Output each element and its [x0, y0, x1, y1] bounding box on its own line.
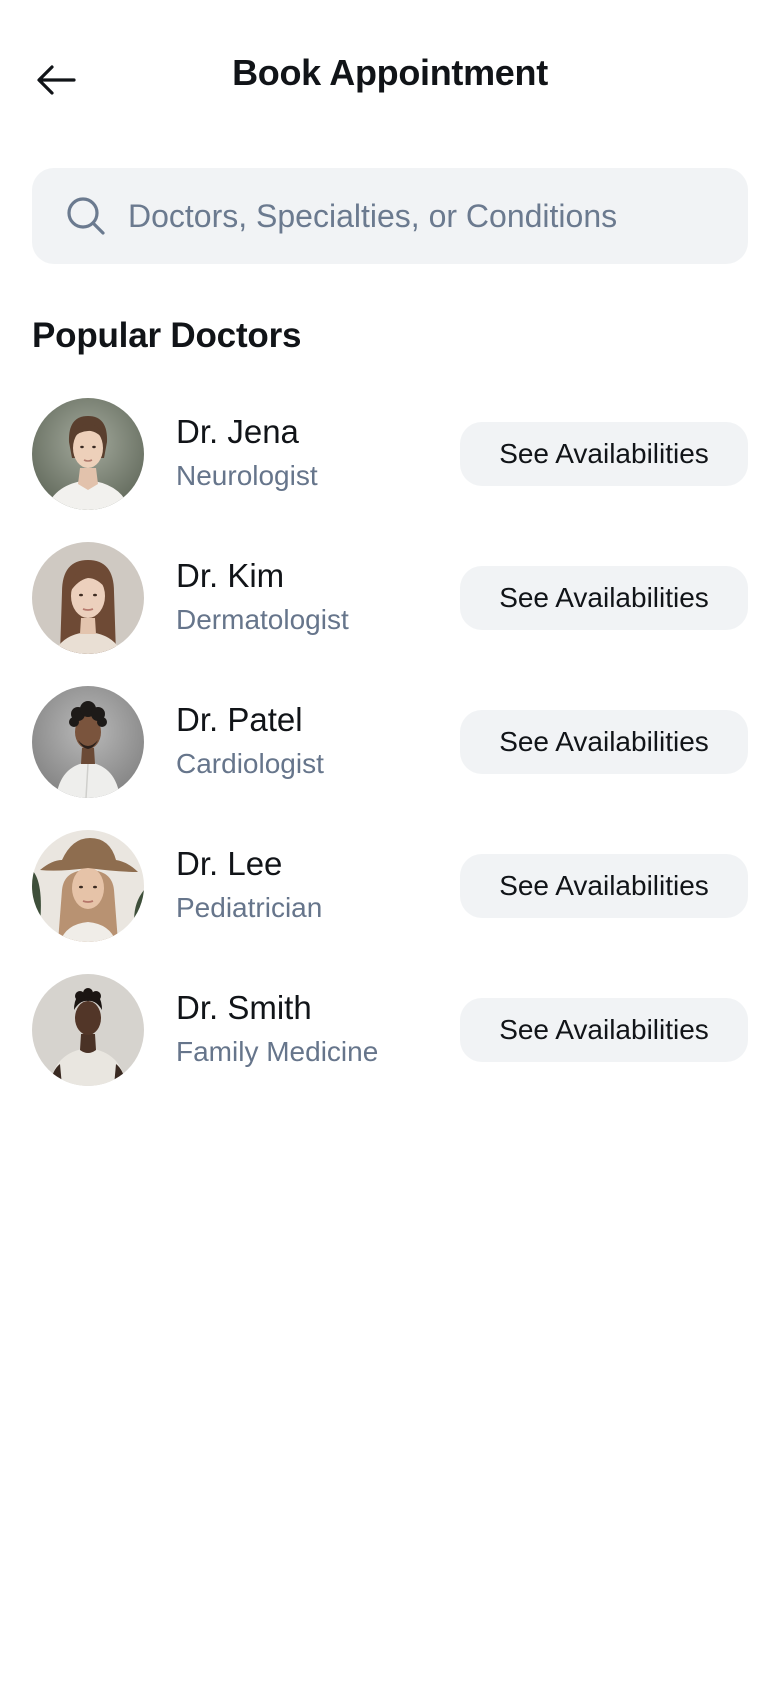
doctor-row: Dr. Kim Dermatologist See Availabilities — [32, 542, 748, 654]
see-availabilities-button[interactable]: See Availabilities — [460, 998, 748, 1062]
section-title: Popular Doctors — [32, 316, 302, 355]
doctor-list: Dr. Jena Neurologist See Availabilities … — [32, 398, 748, 1118]
header: Book Appointment — [0, 0, 780, 156]
doctor-name: Dr. Jena — [176, 413, 299, 450]
doctor-row: Dr. Patel Cardiologist See Availabilitie… — [32, 686, 748, 798]
avatar — [32, 542, 144, 654]
doctor-specialty: Neurologist — [176, 460, 318, 491]
doctor-row: Dr. Lee Pediatrician See Availabilities — [32, 830, 748, 942]
avatar — [32, 830, 144, 942]
see-availabilities-button[interactable]: See Availabilities — [460, 710, 748, 774]
doctor-specialty: Dermatologist — [176, 604, 349, 635]
doctor-info: Dr. Jena Neurologist — [176, 412, 318, 496]
doctor-name: Dr. Smith — [176, 989, 312, 1026]
search-bar[interactable] — [32, 168, 748, 264]
doctor-specialty: Family Medicine — [176, 1036, 379, 1067]
doctor-info: Dr. Kim Dermatologist — [176, 556, 349, 640]
see-availabilities-button[interactable]: See Availabilities — [460, 566, 748, 630]
see-availabilities-button[interactable]: See Availabilities — [460, 854, 748, 918]
doctor-name: Dr. Patel — [176, 701, 303, 738]
avatar — [32, 398, 144, 510]
doctor-specialty: Cardiologist — [176, 748, 324, 779]
doctor-name: Dr. Lee — [176, 845, 283, 882]
doctor-specialty: Pediatrician — [176, 892, 323, 923]
doctor-info: Dr. Patel Cardiologist — [176, 700, 324, 784]
page-title: Book Appointment — [232, 52, 548, 93]
doctor-info: Dr. Lee Pediatrician — [176, 844, 322, 928]
avatar — [32, 686, 144, 798]
doctor-name: Dr. Kim — [176, 557, 285, 594]
doctor-info: Dr. Smith Family Medicine — [176, 988, 378, 1072]
search-input[interactable] — [128, 197, 728, 235]
doctor-row: Dr. Jena Neurologist See Availabilities — [32, 398, 748, 510]
see-availabilities-button[interactable]: See Availabilities — [460, 422, 748, 486]
doctor-row: Dr. Smith Family Medicine See Availabili… — [32, 974, 748, 1086]
avatar — [32, 974, 144, 1086]
search-icon — [67, 197, 105, 235]
